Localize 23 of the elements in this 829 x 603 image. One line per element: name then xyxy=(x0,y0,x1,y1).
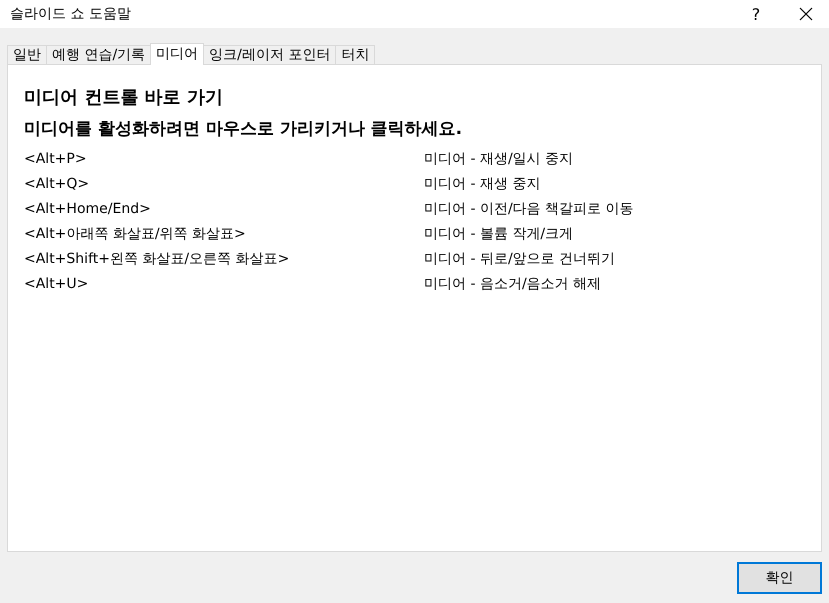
shortcut-action: 미디어 - 음소거/음소거 해제 xyxy=(424,274,602,292)
close-icon xyxy=(799,7,813,21)
shortcut-action: 미디어 - 재생 중지 xyxy=(424,174,540,192)
shortcut-action: 미디어 - 재생/일시 중지 xyxy=(424,150,574,168)
ok-button[interactable]: 확인 xyxy=(737,562,822,594)
tab[interactable]: 미디어 xyxy=(150,43,204,65)
tab[interactable]: 일반 xyxy=(7,45,47,64)
tab[interactable]: 예행 연습/기록 xyxy=(46,45,152,64)
shortcut-keys: <Alt+Q> xyxy=(24,176,424,192)
help-button[interactable]: ? xyxy=(741,4,771,24)
section-subheading: 미디어를 활성화하려면 마우스로 가리키거나 클릭하세요. xyxy=(24,118,464,140)
tab[interactable]: 터치 xyxy=(335,45,376,64)
section-heading: 미디어 컨트롤 바로 가기 xyxy=(24,86,224,109)
shortcut-action: 미디어 - 볼륨 작게/크게 xyxy=(424,224,574,242)
shortcut-keys: <Alt+U> xyxy=(24,276,424,292)
window-title: 슬라이드 쇼 도움말 xyxy=(10,5,132,23)
shortcut-action: 미디어 - 이전/다음 책갈피로 이동 xyxy=(424,200,634,218)
shortcut-action: 미디어 - 뒤로/앞으로 건너뛰기 xyxy=(424,250,616,268)
tab[interactable]: 잉크/레이저 포인터 xyxy=(203,45,336,64)
shortcut-keys: <Alt+아래쪽 화살표/위쪽 화살표> xyxy=(24,224,424,242)
shortcut-keys: <Alt+Shift+왼쪽 화살표/오른쪽 화살표> xyxy=(24,250,424,268)
shortcut-keys: <Alt+Home/End> xyxy=(24,200,424,216)
shortcut-keys: <Alt+P> xyxy=(24,150,424,166)
